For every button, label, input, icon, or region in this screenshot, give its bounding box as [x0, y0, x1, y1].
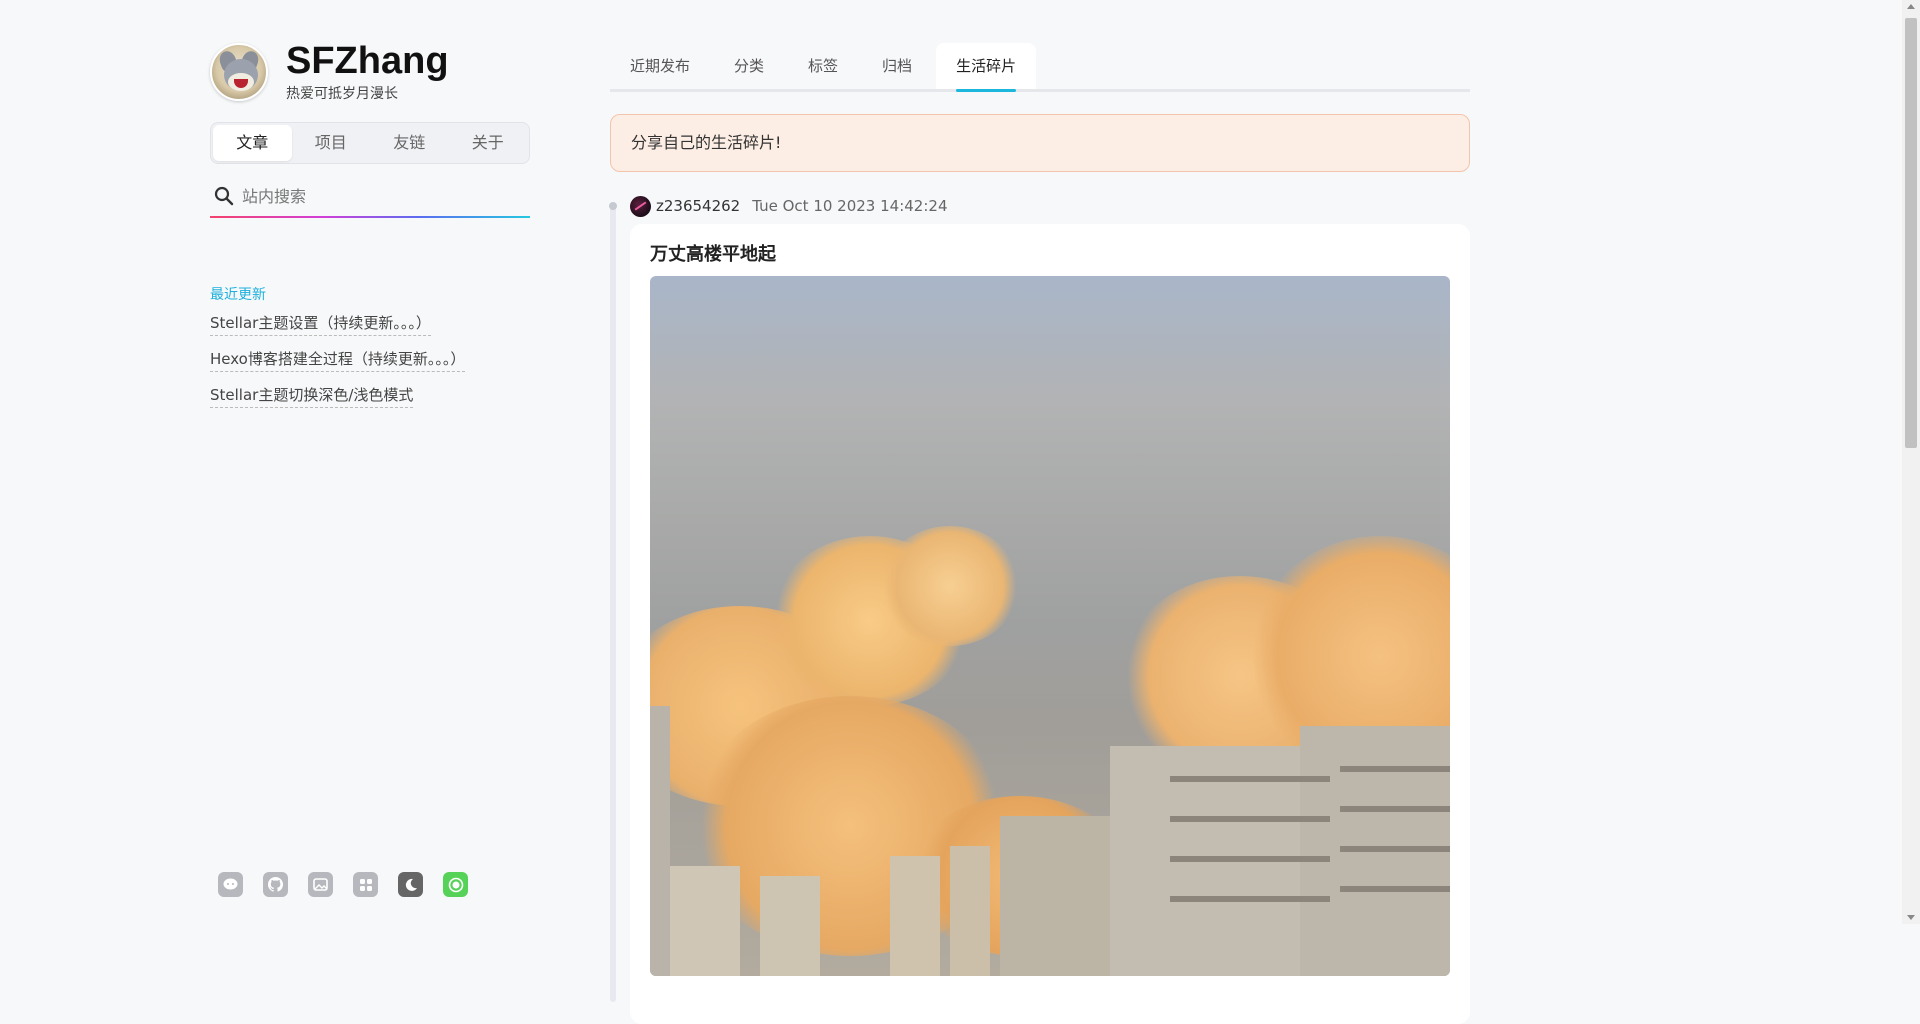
post-meta: z23654262 Tue Oct 10 2023 14:42:24: [630, 194, 948, 218]
notice-banner: 分享自己的生活碎片!: [610, 114, 1470, 172]
page-scrollbar[interactable]: [1902, 0, 1920, 924]
post-username[interactable]: z23654262: [656, 197, 740, 215]
search-icon: [214, 186, 234, 206]
building-shape: [1340, 846, 1450, 852]
building-shape: [950, 846, 990, 976]
chat-icon[interactable]: [218, 872, 243, 897]
post-card: 万丈高楼平地起: [630, 224, 1470, 1024]
post-title: 万丈高楼平地起: [650, 244, 776, 265]
building-shape: [670, 866, 740, 976]
user-avatar[interactable]: [630, 195, 651, 217]
scrollbar-thumb[interactable]: [1905, 18, 1917, 448]
main-nav: 文章 项目 友链 关于: [210, 122, 530, 164]
timeline-dot: [609, 202, 617, 210]
social-links: [218, 872, 468, 897]
building-shape: [1340, 886, 1450, 892]
recent-updates-title: 最近更新: [210, 287, 266, 303]
building-shape: [1170, 856, 1330, 862]
building-shape: [650, 706, 670, 976]
search-input[interactable]: [240, 180, 520, 212]
recent-item-hexo-setup[interactable]: Hexo博客搭建全过程（持续更新。。。）: [210, 348, 466, 372]
github-icon[interactable]: [263, 872, 288, 897]
nav-item-projects[interactable]: 项目: [292, 125, 371, 161]
scrollbar-down-arrow[interactable]: [1907, 915, 1915, 920]
content-tabs: 近期发布 分类 标签 归档 生活碎片: [610, 40, 1470, 92]
building-shape: [1000, 816, 1120, 976]
timeline-line: [610, 202, 616, 1002]
post-timestamp: Tue Oct 10 2023 14:42:24: [752, 197, 948, 215]
recent-updates-list: Stellar主题设置（持续更新。。。） Hexo博客搭建全过程（持续更新。。。…: [210, 312, 530, 420]
recent-item-stellar-settings[interactable]: Stellar主题设置（持续更新。。。）: [210, 312, 431, 336]
building-shape: [1340, 806, 1450, 812]
nav-item-articles[interactable]: 文章: [213, 125, 292, 161]
post-photo[interactable]: [650, 276, 1450, 976]
scrollbar-up-arrow[interactable]: [1907, 4, 1915, 9]
main-content: 近期发布 分类 标签 归档 生活碎片 分享自己的生活碎片! z23654262 …: [609, 40, 1470, 1024]
sun-icon[interactable]: [443, 872, 468, 897]
tab-recent[interactable]: 近期发布: [610, 43, 710, 89]
recent-updates: 最近更新 Stellar主题设置（持续更新。。。） Hexo博客搭建全过程（持续…: [210, 284, 530, 420]
building-shape: [760, 876, 820, 976]
search-box: [210, 176, 530, 218]
site-subtitle: 热爱可抵岁月漫长: [286, 86, 398, 102]
nav-item-about[interactable]: 关于: [449, 125, 528, 161]
brand: SFZhang 热爱可抵岁月漫长: [286, 41, 449, 103]
nav-item-friends[interactable]: 友链: [370, 125, 449, 161]
building-shape: [1170, 816, 1330, 822]
site-header[interactable]: SFZhang 热爱可抵岁月漫长: [210, 40, 530, 104]
tab-categories[interactable]: 分类: [714, 43, 784, 89]
building-shape: [1170, 776, 1330, 782]
building-shape: [890, 856, 940, 976]
recent-item-stellar-theme-mode[interactable]: Stellar主题切换深色/浅色模式: [210, 384, 414, 408]
cloud-shape: [880, 526, 1020, 646]
site-title[interactable]: SFZhang: [286, 41, 449, 81]
tab-archives[interactable]: 归档: [862, 43, 932, 89]
image-icon[interactable]: [308, 872, 333, 897]
building-shape: [1340, 766, 1450, 772]
tab-life-fragments[interactable]: 生活碎片: [936, 43, 1037, 92]
building-shape: [1170, 896, 1330, 902]
tab-tags[interactable]: 标签: [788, 43, 858, 89]
moon-icon[interactable]: [398, 872, 423, 897]
site-avatar[interactable]: [210, 43, 268, 101]
sidebar: SFZhang 热爱可抵岁月漫长 文章 项目 友链 关于 最近更新 Stella…: [210, 40, 530, 924]
apps-icon[interactable]: [353, 872, 378, 897]
search-underline: [210, 216, 530, 218]
